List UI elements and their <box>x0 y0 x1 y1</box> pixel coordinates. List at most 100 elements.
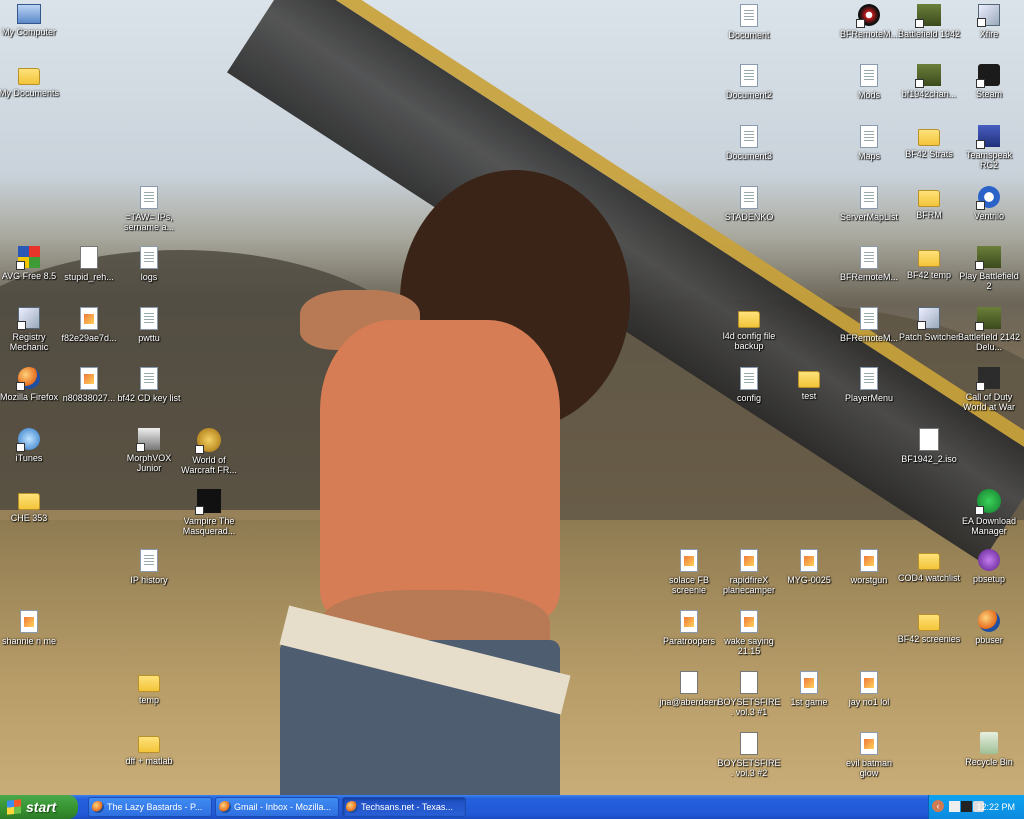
desktop-icon-pbsetup[interactable]: pbsetup <box>957 549 1021 584</box>
taskbar-button-lazy-bastards[interactable]: The Lazy Bastards - P... <box>88 797 212 817</box>
morphvox-icon <box>136 428 160 452</box>
desktop-icon-battlefield-2142[interactable]: Battlefield 2142 Delu... <box>957 307 1021 352</box>
desktop-icon-boysetsfire-2[interactable]: BOYSETSFIRE. vol.3 #2 <box>717 732 781 778</box>
desktop-icon-jna-aberdeen[interactable]: jna@aberdeen <box>657 671 721 707</box>
desktop-icon-l4d-config-backup[interactable]: l4d config file backup <box>717 307 781 351</box>
desktop-icon-myg-0025[interactable]: MYG-0025 <box>777 549 841 585</box>
desktop-icon-xfire[interactable]: Xfire <box>957 4 1021 39</box>
video-icon <box>680 671 698 694</box>
desktop-icon-bfremotem-2[interactable]: BFRemoteM... <box>837 246 901 282</box>
folder-icon <box>738 311 760 328</box>
desktop-icon-my-documents[interactable]: My Documents <box>0 64 61 98</box>
desktop-icon-test[interactable]: test <box>777 367 841 401</box>
firefox-icon <box>219 801 231 813</box>
document-icon <box>140 307 158 330</box>
tray-steam-icon[interactable] <box>961 801 972 812</box>
document-icon <box>740 64 758 87</box>
desktop-icon-bfremotem-3[interactable]: BFRemoteM... <box>837 307 901 343</box>
desktop-icon-temp[interactable]: temp <box>117 671 181 705</box>
desktop-icon-playermenu[interactable]: PlayerMenu <box>837 367 901 403</box>
desktop-icon-registry-mechanic[interactable]: Registry Mechanic <box>0 307 61 352</box>
document-icon <box>140 246 158 269</box>
desktop-icon-my-computer[interactable]: My Computer <box>0 4 61 37</box>
desktop-icon-bf1942chan[interactable]: bf1942chan... <box>897 64 961 99</box>
desktop-icon-document2[interactable]: Document2 <box>717 64 781 100</box>
taskbar-button-techsans[interactable]: Techsans.net - Texas... <box>342 797 466 817</box>
start-button[interactable]: start <box>0 795 78 819</box>
desktop-icon-battlefield-1942[interactable]: Battlefield 1942 <box>897 4 961 39</box>
taskbar-button-label: The Lazy Bastards - P... <box>107 802 203 812</box>
start-label: start <box>26 799 57 815</box>
desktop-icon-document3[interactable]: Document3 <box>717 125 781 161</box>
recycle-bin-icon <box>980 732 998 754</box>
desktop-icon-ip-history[interactable]: IP history <box>117 549 181 585</box>
desktop-icon-patch-switcher[interactable]: Patch Switcher <box>897 307 961 342</box>
desktop-icon-itunes[interactable]: iTunes <box>0 428 61 463</box>
desktop-icon-bf42-cd-key-list[interactable]: bf42 CD key list <box>117 367 181 403</box>
desktop-icon-che-353[interactable]: CHE 353 <box>0 489 61 523</box>
desktop-icon-f82e29ae7d[interactable]: f82e29ae7d... <box>57 307 121 343</box>
desktop-icon-logs[interactable]: logs <box>117 246 181 282</box>
desktop-icon-bf42-temp[interactable]: BF42 temp <box>897 246 961 280</box>
desktop-icon-pwttu[interactable]: pwttu <box>117 307 181 343</box>
desktop-icon-boysetsfire-1[interactable]: BOYSETSFIRE. vol.3 #1 <box>717 671 781 717</box>
desktop-icon-avg[interactable]: AVG Free 8.5 <box>0 246 61 281</box>
desktop-icon-shannie-n-me[interactable]: shannie n me <box>0 610 61 646</box>
taskbar-button-gmail[interactable]: Gmail - Inbox - Mozilla... <box>215 797 339 817</box>
desktop-icon-stupid-reh[interactable]: stupid_reh... <box>57 246 121 282</box>
desktop-icon-mods[interactable]: Mods <box>837 64 901 100</box>
desktop-icon-world-of-warcraft[interactable]: World of Warcraft FR... <box>177 428 241 475</box>
desktop-icon-evil-batman-glow[interactable]: evil batman glow <box>837 732 901 778</box>
desktop-icon-cod4-watchlist[interactable]: COD4 watchlist <box>897 549 961 583</box>
desktop-icon-ea-download-manager[interactable]: EA Download Manager <box>957 489 1021 536</box>
document-icon <box>140 367 158 390</box>
battlefield-icon <box>915 64 941 88</box>
desktop-icon-bfrm[interactable]: BFRM <box>897 186 961 220</box>
desktop-icon-bf42-screenies[interactable]: BF42 screenies <box>897 610 961 644</box>
desktop-icon-teamspeak[interactable]: Teamspeak RC2 <box>957 125 1021 170</box>
desktop-icon-play-battlefield-2[interactable]: Play Battlefield 2 <box>957 246 1021 291</box>
windows-logo-icon <box>7 799 21 815</box>
image-icon <box>800 549 818 572</box>
desktop-icon-solace-fb-screenie[interactable]: solace FB screenie <box>657 549 721 595</box>
desktop-icon-bf1942-iso[interactable]: BF1942_2.iso <box>897 428 961 464</box>
bfrm-icon <box>856 4 880 28</box>
desktop-icon-steam[interactable]: Steam <box>957 64 1021 99</box>
battlefield-icon <box>915 4 941 28</box>
document-icon <box>860 64 878 87</box>
vampire-icon <box>195 489 221 515</box>
folder-icon <box>918 129 940 146</box>
desktop-icon-recycle-bin[interactable]: Recycle Bin <box>957 732 1021 767</box>
tray-app-icon[interactable] <box>949 801 960 812</box>
desktop-icon-n80838027[interactable]: n80838027... <box>57 367 121 403</box>
desktop-icon-bfremotem-1[interactable]: BFRemoteM... <box>837 4 901 39</box>
document-icon <box>860 186 878 209</box>
desktop-icon-dff-matlab[interactable]: dff + matlab <box>117 732 181 766</box>
desktop-icon-maps[interactable]: Maps <box>837 125 901 161</box>
tray-expand-chevron-icon[interactable]: ‹ <box>932 800 944 812</box>
desktop-icon-pbuser[interactable]: pbuser <box>957 610 1021 645</box>
desktop-icon-mozilla-firefox[interactable]: Mozilla Firefox <box>0 367 61 402</box>
image-icon <box>20 610 38 633</box>
document-icon <box>740 125 758 148</box>
desktop-icon-rapidfirex[interactable]: rapidfireX planecamper <box>717 549 781 595</box>
desktop-icon-servermaplist[interactable]: ServerMapList <box>837 186 901 222</box>
desktop-icon-bf42-strats[interactable]: BF42 Strats <box>897 125 961 159</box>
desktop-icon-vampire-masquerade[interactable]: Vampire The Masquerad... <box>177 489 241 536</box>
desktop-icon-1st-game[interactable]: 1st game <box>777 671 841 707</box>
desktop-icon-stadenko[interactable]: STADENKO <box>717 186 781 222</box>
desktop-icon-taw-ips[interactable]: =TAW= IPs, sername a... <box>117 186 181 232</box>
desktop-icon-jay-no1-lol[interactable]: jay no1 lol <box>837 671 901 707</box>
desktop-icon-config[interactable]: config <box>717 367 781 403</box>
desktop-icon-morphvox[interactable]: MorphVOX Junior <box>117 428 181 473</box>
desktop-icon-document[interactable]: Document <box>717 4 781 40</box>
desktop-icon-worstgun[interactable]: worstgun <box>837 549 901 585</box>
desktop-icon-call-of-duty-waw[interactable]: Call of Duty World at War <box>957 367 1021 412</box>
desktop-icon-wake-saying[interactable]: wake saying 21:15 <box>717 610 781 656</box>
folder-icon <box>138 675 160 692</box>
taskbar-clock[interactable]: 12:22 PM <box>976 795 1015 819</box>
desktop-icon-paratroopers[interactable]: Paratroopers <box>657 610 721 646</box>
system-tray: ‹ 12:22 PM <box>928 795 1024 819</box>
folder-icon <box>918 250 940 267</box>
desktop-icon-ventrilo[interactable]: Ventrilo <box>957 186 1021 221</box>
